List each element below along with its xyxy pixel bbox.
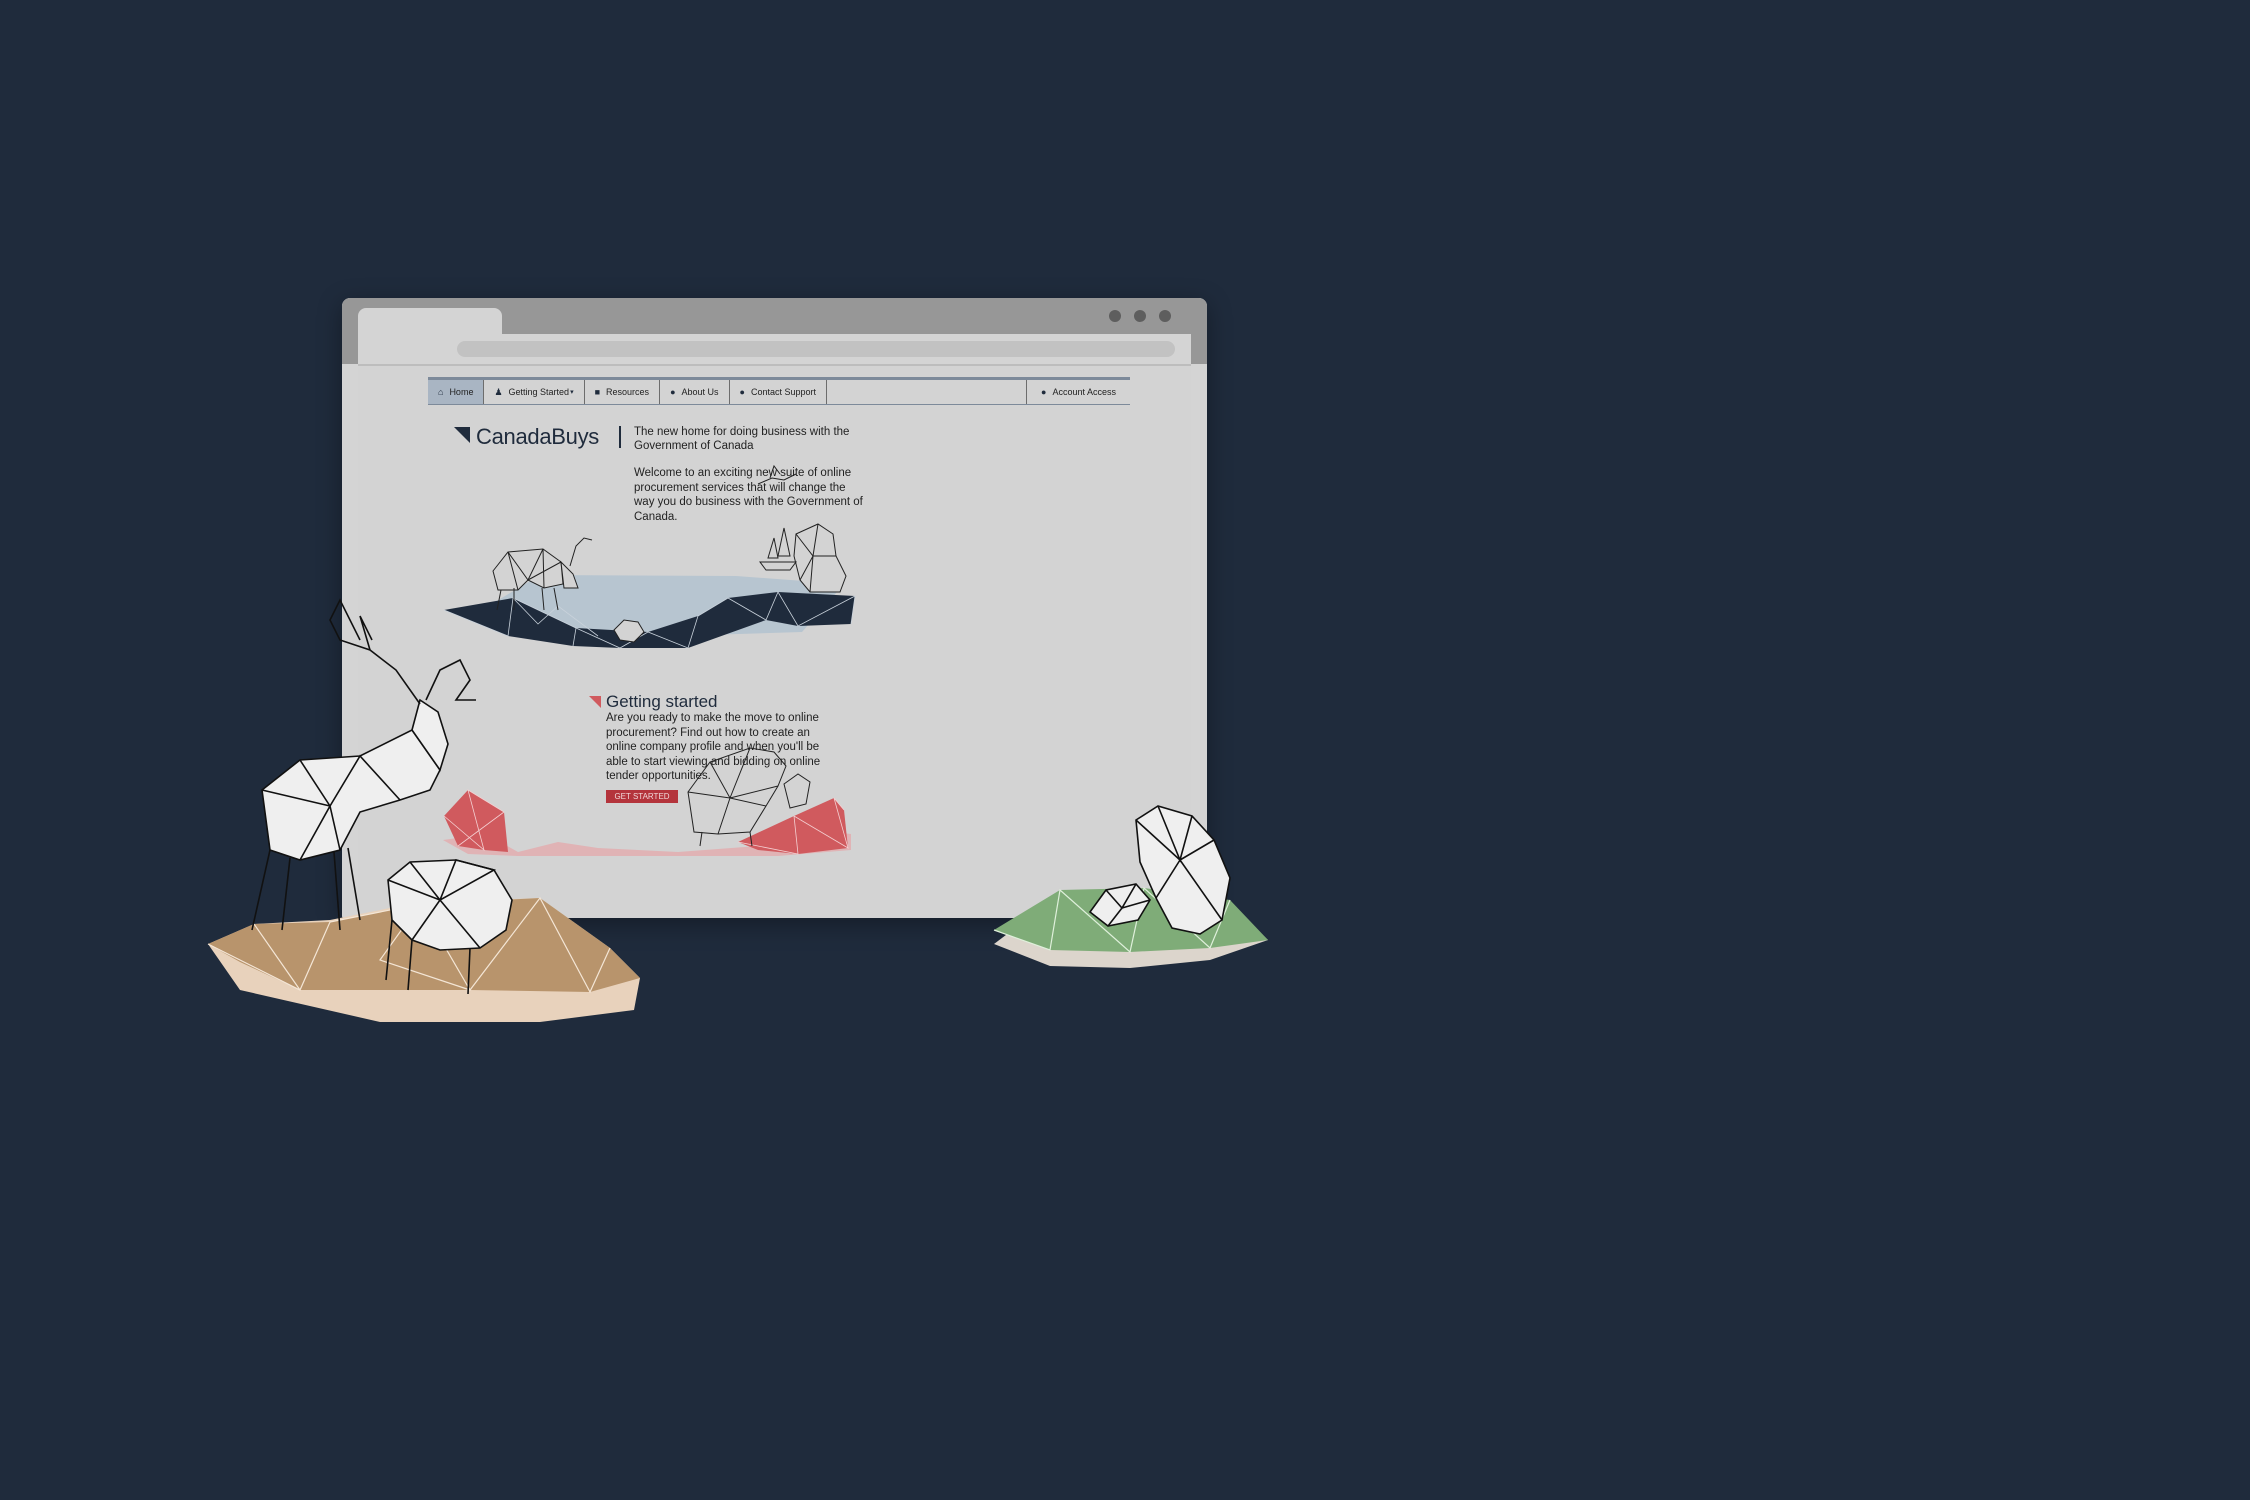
main-nav: ⌂ Home ♟ Getting Started ▾ ■ Resources ●…: [428, 377, 1130, 405]
nav-item-label: Home: [449, 387, 474, 397]
nav-item-about-us[interactable]: ● About Us: [660, 380, 730, 404]
getting-started-body: Are you ready to make the move to online…: [606, 712, 821, 782]
nav-item-contact-support[interactable]: ● Contact Support: [730, 380, 828, 404]
sailboat-drawing: [759, 527, 797, 571]
brand-divider: [619, 426, 621, 448]
brand-logo[interactable]: CanadaBuys: [454, 424, 599, 450]
people-icon: ♟: [494, 386, 503, 397]
user-icon: ●: [1041, 387, 1047, 397]
address-bar[interactable]: [457, 341, 1175, 357]
getting-started-flag-icon: [589, 696, 601, 708]
window-dot-1[interactable]: [1109, 310, 1121, 322]
nav-item-account-access[interactable]: ● Account Access: [1027, 380, 1130, 404]
nav-item-label: About Us: [681, 387, 719, 397]
nav-item-label: Account Access: [1052, 387, 1116, 397]
help-icon: ●: [739, 387, 745, 397]
browser-window: ⌂ Home ♟ Getting Started ▾ ■ Resources ●…: [342, 298, 1207, 918]
getting-started-title: Getting started: [606, 692, 718, 711]
nav-item-home[interactable]: ⌂ Home: [428, 380, 485, 404]
book-icon: ■: [594, 387, 601, 397]
window-controls: [1109, 310, 1171, 322]
welcome-text: Welcome to an exciting new suite of onli…: [634, 467, 863, 523]
home-icon: ⌂: [438, 387, 444, 397]
brand-tagline: The new home for doing business with the…: [634, 426, 850, 452]
brand-name: CanadaBuys: [476, 424, 599, 449]
nav-item-label: Resources: [606, 387, 650, 397]
nav-item-resources[interactable]: ■ Resources: [585, 380, 661, 404]
web-page: ⌂ Home ♟ Getting Started ▾ ■ Resources ●…: [358, 366, 1191, 918]
beaver-drawing: [613, 619, 645, 643]
info-icon: ●: [670, 387, 676, 397]
nav-item-getting-started[interactable]: ♟ Getting Started ▾: [484, 380, 585, 404]
polar-bear-drawing: [793, 523, 847, 593]
get-started-button[interactable]: GET STARTED: [606, 790, 678, 803]
brand-flag-icon: [454, 427, 470, 443]
window-dot-3[interactable]: [1159, 310, 1171, 322]
caret-down-icon: ▾: [570, 389, 574, 396]
window-dot-2[interactable]: [1134, 310, 1146, 322]
nav-spacer: [827, 380, 1028, 404]
nav-item-label: Contact Support: [750, 387, 817, 397]
nav-item-label: Getting Started: [508, 387, 570, 397]
caribou-drawing: [492, 537, 593, 611]
